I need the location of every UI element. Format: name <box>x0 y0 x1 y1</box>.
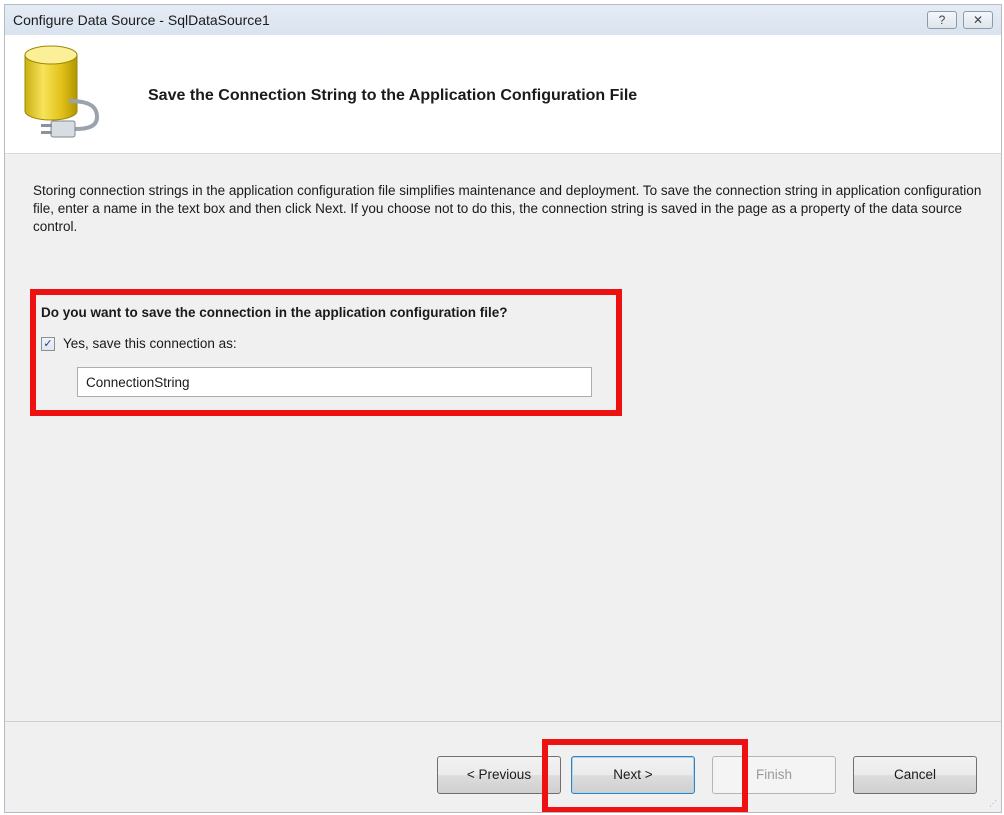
help-button[interactable]: ? <box>927 11 957 29</box>
database-plug-icon <box>24 45 100 138</box>
description-text: Storing connection strings in the applic… <box>33 183 982 234</box>
wizard-header: Save the Connection String to the Applic… <box>5 35 1001 154</box>
highlight-box-next-button <box>542 739 748 812</box>
resize-grip-icon[interactable]: ⋰ <box>989 800 999 810</box>
title-bar: Configure Data Source - SqlDataSource1 ?… <box>5 5 1001 36</box>
window-title: Configure Data Source - SqlDataSource1 <box>13 12 270 28</box>
cancel-button[interactable]: Cancel <box>853 756 977 794</box>
highlight-box-save-section <box>30 289 622 416</box>
close-button[interactable]: ✕ <box>963 11 993 29</box>
page-heading: Save the Connection String to the Applic… <box>148 87 638 104</box>
configure-data-source-dialog: Configure Data Source - SqlDataSource1 ?… <box>4 4 1002 813</box>
